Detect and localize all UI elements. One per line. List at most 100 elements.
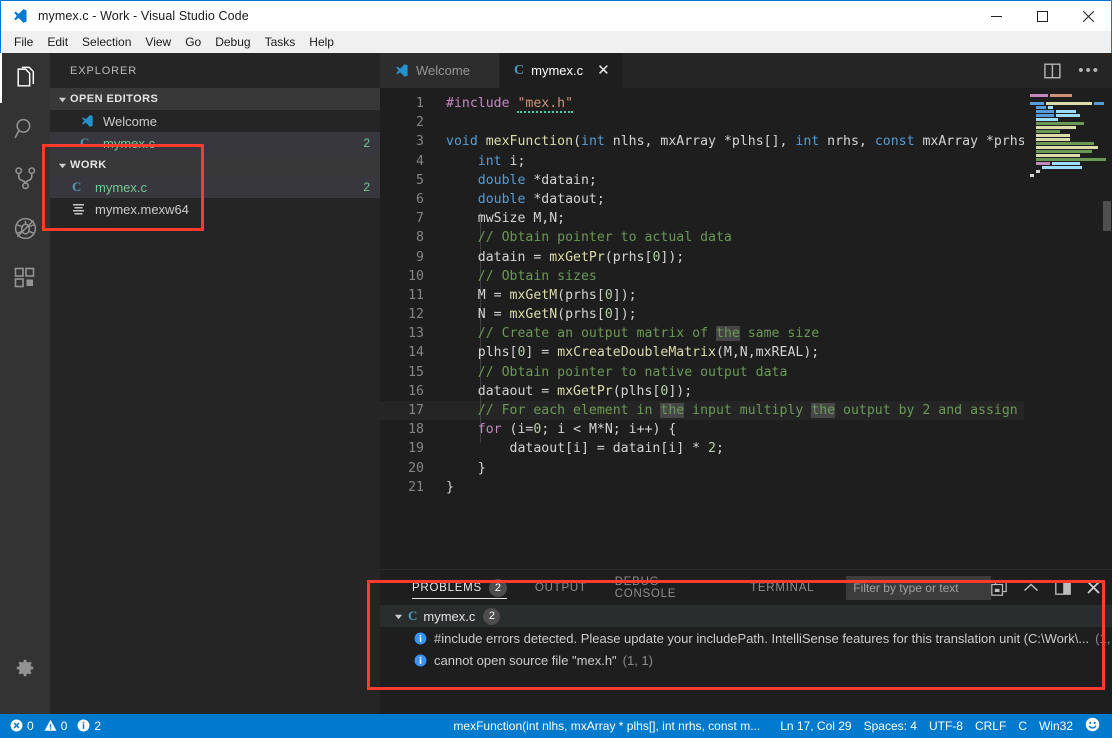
menu-debug[interactable]: Debug [208, 32, 257, 52]
activity-explorer[interactable] [0, 53, 50, 103]
code-line: 17 // For each element in the input mult… [380, 401, 1024, 420]
status-encoding[interactable]: UTF-8 [923, 714, 969, 738]
info-icon [414, 654, 427, 667]
code-line: 13 // Create an output matrix of the sam… [408, 326, 820, 342]
status-breadcrumb[interactable]: mexFunction(int nlhs, mxArray * plhs[], … [447, 714, 766, 738]
debug-icon [13, 216, 38, 241]
menu-edit[interactable]: Edit [40, 32, 75, 52]
menu-help[interactable]: Help [302, 32, 341, 52]
c-file-icon: C [80, 135, 90, 150]
code-editor[interactable]: 1 #include "mex.h" 2 3 void mexFunction(int … [380, 88, 1024, 569]
tab-debug-console-label: DEBUG CONSOLE [614, 575, 677, 600]
activity-search[interactable] [0, 103, 50, 153]
problem-message: #include errors detected. Please update … [434, 630, 1090, 646]
code-line: 21} [408, 479, 454, 495]
error-count: 0 [27, 718, 34, 733]
code-line: 8 // Obtain pointer to actual data [416, 230, 732, 246]
vscode-window: mymex.c - Work - Visual Studio Code File… [0, 0, 1112, 738]
activity-manage[interactable] [0, 644, 50, 692]
open-editor-welcome[interactable]: Welcome [50, 110, 380, 132]
status-language-mode[interactable]: C [1012, 714, 1033, 738]
menu-file[interactable]: File [7, 32, 40, 52]
status-cursor-position[interactable]: Ln 17, Col 29 [774, 714, 857, 738]
close-icon[interactable] [1087, 581, 1100, 594]
problems-count-badge: 2 [488, 578, 507, 597]
close-button[interactable] [1065, 1, 1111, 31]
code-line: 14 plhs[0] = mxCreateDoubleMatrix(M,N,mx… [408, 345, 820, 361]
panel-layout-icon[interactable] [1055, 580, 1071, 595]
editor-tabs: Welcome C mymex.c ✕ ••• [380, 53, 1112, 88]
sidebar-explorer: EXPLORER OPEN EDITORS Welcome C mymex.c [50, 53, 380, 714]
menu-selection[interactable]: Selection [75, 32, 138, 52]
section-work-folder[interactable]: WORK [50, 154, 380, 176]
tab-debug-console[interactable]: DEBUG CONSOLE [615, 570, 722, 605]
chevron-up-icon[interactable] [1023, 582, 1039, 594]
status-problems[interactable]: 0 0 2 [1, 714, 107, 738]
tab-mymex-c[interactable]: C mymex.c ✕ [500, 53, 623, 88]
editor-viewport: 1 #include "mex.h" 2 3 void mexFunction(int … [380, 88, 1112, 569]
chevron-down-icon[interactable] [394, 612, 406, 621]
chevron-down-icon [58, 161, 70, 170]
binary-file-icon [72, 203, 90, 216]
file-mymex-c[interactable]: C mymex.c 2 [50, 176, 380, 198]
warning-count: 0 [60, 718, 68, 733]
code-line: 16 dataout = mxGetPr(plhs[0]); [408, 383, 693, 399]
activity-debug[interactable] [0, 203, 50, 253]
problem-message: cannot open source file "mex.h" [434, 652, 617, 668]
status-indentation[interactable]: Spaces: 4 [858, 714, 923, 738]
menu-tasks[interactable]: Tasks [258, 32, 303, 52]
status-platform[interactable]: Win32 [1033, 714, 1079, 738]
files-icon [13, 66, 38, 91]
activity-source-control[interactable] [0, 153, 50, 203]
gear-icon [14, 657, 36, 679]
problems-file-row[interactable]: C mymex.c 2 [380, 605, 1112, 627]
code-line: 12 N = mxGetN(prhs[0]); [408, 307, 637, 323]
workbench: EXPLORER OPEN EDITORS Welcome C mymex.c [0, 53, 1112, 714]
warning-icon [44, 719, 57, 732]
tab-close-icon[interactable]: ✕ [597, 63, 610, 78]
tab-output[interactable]: OUTPUT [535, 570, 587, 605]
problem-item[interactable]: cannot open source file "mex.h" (1, 1) [380, 649, 1112, 671]
open-editor-problem-count: 2 [363, 136, 370, 150]
split-editor-icon[interactable] [1044, 63, 1061, 79]
file-mymex-mexw64[interactable]: mymex.mexw64 [50, 198, 380, 220]
ellipsis-icon[interactable]: ••• [1078, 63, 1100, 78]
vscode-logo-icon [394, 63, 409, 78]
scrollbar-thumb[interactable] [1103, 201, 1111, 231]
problems-file-badge: 2 [483, 607, 501, 625]
maximize-button[interactable] [1019, 1, 1065, 31]
activity-extensions[interactable] [0, 253, 50, 303]
menu-bar: File Edit Selection View Go Debug Tasks … [0, 31, 1112, 53]
open-editor-mymex-c[interactable]: C mymex.c 2 [50, 132, 380, 154]
code-line: 2 [416, 115, 424, 131]
code-line: 9 datain = mxGetPr(prhs[0]); [416, 249, 685, 265]
extensions-icon [13, 266, 37, 290]
minimize-button[interactable] [973, 1, 1019, 31]
c-file-icon: C [72, 179, 82, 194]
minimap[interactable] [1024, 88, 1112, 569]
tab-label: mymex.c [531, 63, 584, 78]
collapse-all-icon[interactable] [991, 579, 1007, 596]
tab-output-label: OUTPUT [534, 581, 587, 594]
info-icon [414, 632, 427, 645]
activity-bar [0, 53, 50, 714]
code-line: 19 dataout[i] = datain[i] * 2; [408, 441, 724, 457]
problems-list: C mymex.c 2 #include errors detected. Pl… [380, 605, 1112, 714]
problem-position: (1, 1) [622, 652, 654, 668]
section-open-editors[interactable]: OPEN EDITORS [50, 88, 380, 110]
code-line: 6 double *dataout; [416, 191, 605, 207]
tab-problems[interactable]: PROBLEMS 2 [412, 570, 507, 605]
problems-filter-input[interactable]: Filter by type or text [846, 575, 991, 600]
code-line: 7 mwSize M,N; [416, 211, 566, 227]
menu-view[interactable]: View [138, 32, 178, 52]
code-line: 1 #include "mex.h" [416, 96, 574, 113]
status-bar: 0 0 2 mexFunction(int nlhs, mxArray * pl… [0, 714, 1112, 738]
status-eol[interactable]: CRLF [969, 714, 1012, 738]
problem-item[interactable]: #include errors detected. Please update … [380, 627, 1112, 649]
menu-go[interactable]: Go [178, 32, 208, 52]
tab-welcome[interactable]: Welcome [380, 53, 500, 88]
file-label: mymex.c [95, 179, 147, 195]
editor-scrollbar[interactable] [1102, 88, 1112, 569]
status-feedback[interactable] [1079, 714, 1111, 738]
tab-terminal[interactable]: TERMINAL [750, 570, 814, 605]
